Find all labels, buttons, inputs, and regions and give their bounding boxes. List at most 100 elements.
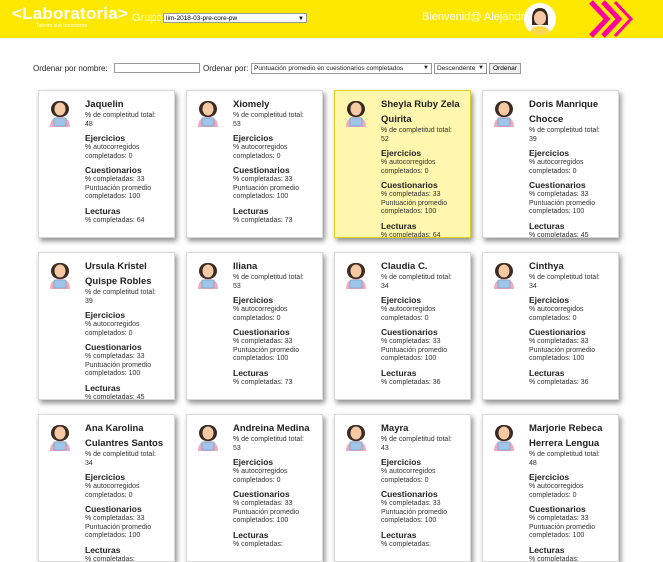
puntuacion-value: 100 xyxy=(277,517,289,524)
completitud-value: 53 xyxy=(233,283,318,292)
lecturas-heading: Lecturas xyxy=(85,544,170,556)
cuestionarios-heading: Cuestionarios xyxy=(85,503,170,515)
ejercicios-heading: Ejercicios xyxy=(85,132,170,144)
student-card[interactable]: Marjorie Rebeca Herrera Lengua% de compl… xyxy=(482,414,619,562)
sort-name-input[interactable] xyxy=(114,63,200,73)
lecturas-label: % completadas: xyxy=(381,379,431,386)
student-name: Ursula Kristel Quispe Robles xyxy=(85,259,170,289)
lecturas-heading: Lecturas xyxy=(233,205,318,217)
ejercicios-value: 0 xyxy=(277,477,281,484)
lecturas-label: % completadas: xyxy=(233,217,283,224)
puntuacion-value: 100 xyxy=(129,370,141,377)
student-card[interactable]: Mayra% de completitud total:43Ejercicios… xyxy=(334,414,471,562)
ejercicios-heading: Ejercicios xyxy=(381,147,466,159)
student-card[interactable]: Doris Manrique Chocce% de completitud to… xyxy=(482,90,619,238)
completitud-label: % de completitud total: xyxy=(381,127,466,136)
student-avatar xyxy=(193,259,223,289)
cuestionarios-heading: Cuestionarios xyxy=(381,488,466,500)
cuestionarios-label: % completadas: xyxy=(381,338,431,345)
student-avatar-icon xyxy=(489,421,519,451)
puntuacion-value: 100 xyxy=(129,532,141,539)
completitud-label: % de completitud total: xyxy=(233,112,318,121)
student-card[interactable]: Ursula Kristel Quispe Robles% de complet… xyxy=(38,252,175,400)
puntuacion-label: Puntuación promedio completados: xyxy=(233,185,299,201)
decorative-chevrons-icon xyxy=(587,0,663,38)
puntuacion-value: 100 xyxy=(425,517,437,524)
cuestionarios-label: % completadas: xyxy=(85,353,135,360)
student-card[interactable]: Cinthya% de completitud total:34Ejercici… xyxy=(482,252,619,400)
student-card[interactable]: Iliana% de completitud total:53Ejercicio… xyxy=(186,252,323,400)
completitud-label: % de completitud total: xyxy=(85,289,170,298)
student-name: Jaquelin xyxy=(85,97,170,112)
puntuacion-label: Puntuación promedio completados: xyxy=(85,185,151,201)
lecturas-heading: Lecturas xyxy=(233,367,318,379)
completitud-value: 52 xyxy=(381,136,466,145)
cuestionarios-label: % completadas: xyxy=(233,338,283,345)
cuestionarios-heading: Cuestionarios xyxy=(529,179,614,191)
cuestionarios-label: % completadas: xyxy=(529,338,579,345)
puntuacion-label: Puntuación promedio completados: xyxy=(233,509,299,525)
student-card[interactable]: Xiomely% de completitud total:53Ejercici… xyxy=(186,90,323,238)
sort-direction-select[interactable]: Descendente ▼ xyxy=(434,63,487,74)
grupo-label: Grupo xyxy=(132,12,163,24)
ejercicios-value: 0 xyxy=(277,153,281,160)
student-info: Iliana% de completitud total:53Ejercicio… xyxy=(233,259,318,387)
completitud-value: 43 xyxy=(381,445,466,454)
cuestionarios-label: % completadas: xyxy=(381,500,431,507)
ejercicios-heading: Ejercicios xyxy=(233,294,318,306)
student-card[interactable]: Claudia C.% de completitud total:34Ejerc… xyxy=(334,252,471,400)
lecturas-label: % completadas: xyxy=(381,541,431,548)
ejercicios-value: 0 xyxy=(425,168,429,175)
cuestionarios-label: % completadas: xyxy=(233,500,283,507)
completitud-value: 53 xyxy=(233,121,318,130)
student-name: Mayra xyxy=(381,421,466,436)
ejercicios-heading: Ejercicios xyxy=(529,471,614,483)
student-name: Xiomely xyxy=(233,97,318,112)
puntuacion-label: Puntuación promedio completados: xyxy=(529,200,595,216)
cuestionarios-value: 33 xyxy=(137,176,145,183)
sort-by-value: Puntuación promedio en cuestionarios com… xyxy=(254,65,403,72)
cuestionarios-value: 33 xyxy=(433,191,441,198)
completitud-label: % de completitud total: xyxy=(233,274,318,283)
cuestionarios-heading: Cuestionarios xyxy=(381,179,466,191)
grupo-select-value: lim-2018-03-pre-core-pw xyxy=(166,15,237,22)
grupo-select[interactable]: lim-2018-03-pre-core-pw ▼ xyxy=(163,13,307,23)
puntuacion-value: 100 xyxy=(573,532,585,539)
student-card[interactable]: Jaquelin% de completitud total:48Ejercic… xyxy=(38,90,175,238)
puntuacion-value: 100 xyxy=(573,355,585,362)
cuestionarios-value: 33 xyxy=(137,515,145,522)
lecturas-heading: Lecturas xyxy=(381,367,466,379)
sort-button[interactable]: Ordenar xyxy=(489,63,521,74)
laboratoria-logo[interactable]: <Laboratoria> xyxy=(12,4,128,24)
cuestionarios-value: 33 xyxy=(137,353,145,360)
student-avatar xyxy=(45,97,75,127)
student-card[interactable]: Andreina Medina% de completitud total:53… xyxy=(186,414,323,562)
ejercicios-value: 0 xyxy=(277,315,281,322)
puntuacion-value: 100 xyxy=(425,355,437,362)
lecturas-value: 45 xyxy=(137,394,145,401)
logo-tagline: Talento que transforma xyxy=(36,23,87,29)
student-avatar-icon xyxy=(45,259,75,289)
cuestionarios-label: % completadas: xyxy=(85,515,135,522)
sort-by-select[interactable]: Puntuación promedio en cuestionarios com… xyxy=(251,63,432,74)
ejercicios-heading: Ejercicios xyxy=(85,309,170,321)
student-card[interactable]: Ana Karolina Culantres Santos% de comple… xyxy=(38,414,175,562)
student-avatar xyxy=(45,259,75,289)
completitud-label: % de completitud total: xyxy=(233,436,318,445)
lecturas-value: 64 xyxy=(433,232,441,239)
lecturas-label: % completadas: xyxy=(233,541,283,548)
student-avatar-icon xyxy=(489,259,519,289)
puntuacion-value: 100 xyxy=(277,355,289,362)
student-card[interactable]: Sheyla Ruby Zela Quirita% de completitud… xyxy=(334,90,471,238)
cuestionarios-value: 33 xyxy=(285,338,293,345)
student-name: Ana Karolina Culantres Santos xyxy=(85,421,170,451)
student-info: Andreina Medina% de completitud total:53… xyxy=(233,421,318,549)
sort-filters: Ordenar por nombre: Ordenar por: Puntuac… xyxy=(0,62,663,76)
lecturas-value: 36 xyxy=(433,379,441,386)
lecturas-heading: Lecturas xyxy=(85,382,170,394)
user-avatar[interactable] xyxy=(524,3,556,35)
ejercicios-heading: Ejercicios xyxy=(529,147,614,159)
ejercicios-value: 0 xyxy=(129,330,133,337)
student-info: Jaquelin% de completitud total:48Ejercic… xyxy=(85,97,170,225)
completitud-value: 53 xyxy=(233,445,318,454)
